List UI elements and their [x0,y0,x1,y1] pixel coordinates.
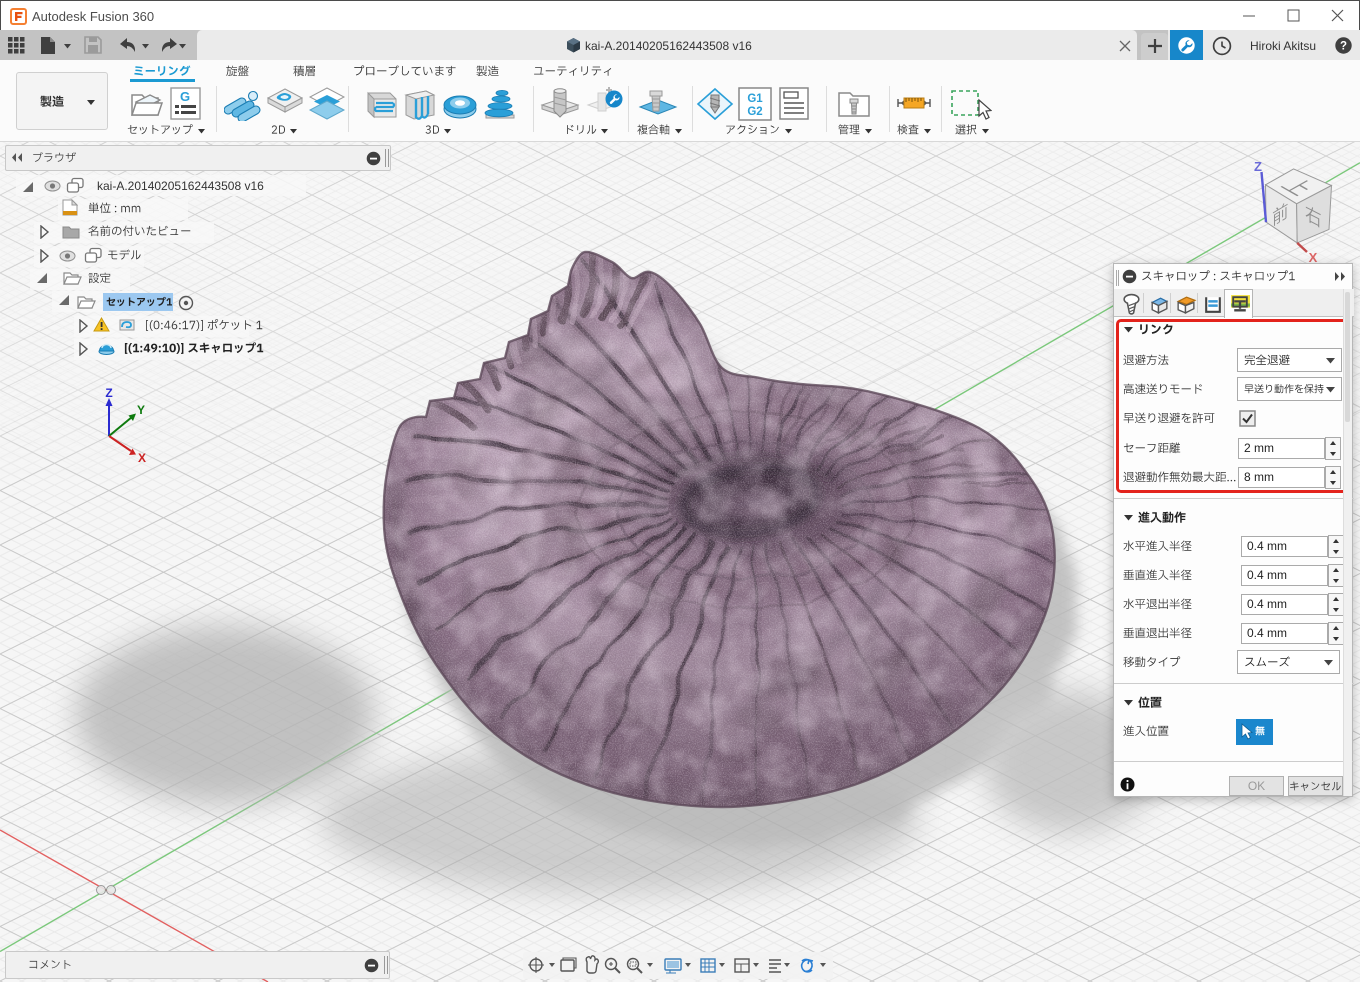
svg-text:X: X [138,451,146,465]
svg-text:?: ? [1340,41,1347,53]
svg-text:G1: G1 [747,93,763,105]
svg-text:Z: Z [1254,159,1262,174]
svg-text:Y: Y [137,403,145,417]
svg-text:G2: G2 [747,106,762,118]
